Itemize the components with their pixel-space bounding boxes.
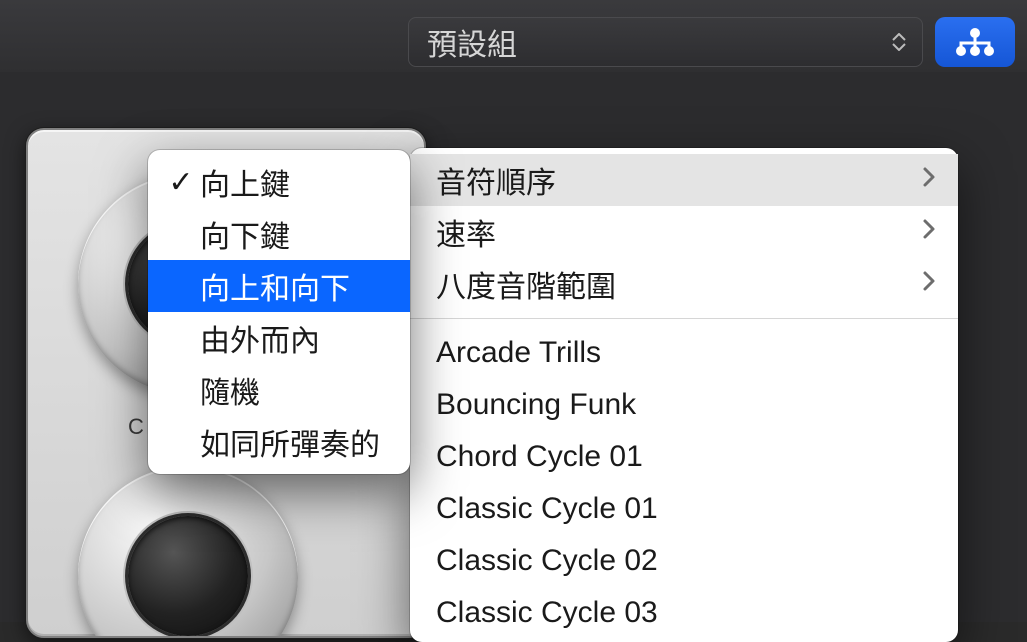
preset-select[interactable]: 預設組 bbox=[408, 17, 923, 67]
menu-item-label: 由外而內 bbox=[200, 316, 320, 360]
menu-item-label: 如同所彈奏的 bbox=[200, 420, 380, 464]
preset-menu-item[interactable]: Bouncing Funk bbox=[410, 379, 958, 431]
note-order-option[interactable]: ✓向上鍵 bbox=[148, 156, 410, 208]
menu-item-label: Classic Cycle 02 bbox=[436, 544, 658, 578]
plugin-panel: CHORUS 音符順序速率八度音階範圍Arcade TrillsBouncing… bbox=[0, 72, 1027, 622]
preset-menu-item[interactable]: Arcade Trills bbox=[410, 327, 958, 379]
menu-separator bbox=[410, 318, 958, 319]
chevron-right-icon bbox=[922, 163, 936, 197]
preset-menu-submenu-item[interactable]: 音符順序 bbox=[410, 154, 958, 206]
preset-menu-submenu-item[interactable]: 速率 bbox=[410, 206, 958, 258]
knob-2[interactable] bbox=[78, 466, 298, 638]
preset-menu-item[interactable]: Classic Cycle 03 bbox=[410, 587, 958, 639]
menu-item-label: 隨機 bbox=[200, 368, 260, 412]
menu-item-label: Classic Cycle 01 bbox=[436, 492, 658, 526]
preset-menu-item[interactable]: Classic Cycle 02 bbox=[410, 535, 958, 587]
menu-item-label: 向上和向下 bbox=[200, 264, 350, 308]
settings-button[interactable] bbox=[935, 17, 1015, 67]
note-order-option[interactable]: 向上和向下 bbox=[148, 260, 410, 312]
note-order-option[interactable]: 由外而內 bbox=[148, 312, 410, 364]
toolbar: 預設組 bbox=[0, 0, 1027, 72]
menu-item-label: Classic Cycle 03 bbox=[436, 596, 658, 630]
menu-item-label: 向上鍵 bbox=[200, 160, 290, 204]
hierarchy-icon bbox=[953, 27, 997, 57]
menu-item-label: 音符順序 bbox=[436, 158, 556, 202]
note-order-option[interactable]: 如同所彈奏的 bbox=[148, 416, 410, 468]
checkmark-icon: ✓ bbox=[162, 165, 200, 200]
preset-menu-item[interactable]: Chord Cycle 01 bbox=[410, 431, 958, 483]
note-order-option[interactable]: 隨機 bbox=[148, 364, 410, 416]
note-order-option[interactable]: 向下鍵 bbox=[148, 208, 410, 260]
menu-item-label: 速率 bbox=[436, 210, 496, 254]
chevron-right-icon bbox=[922, 215, 936, 249]
preset-menu-submenu-item[interactable]: 八度音階範圍 bbox=[410, 258, 958, 310]
note-order-submenu: ✓向上鍵向下鍵向上和向下由外而內隨機如同所彈奏的 bbox=[148, 150, 410, 474]
menu-item-label: Bouncing Funk bbox=[436, 388, 636, 422]
toolbar-left-spacer bbox=[0, 0, 396, 72]
menu-item-label: Arcade Trills bbox=[436, 336, 601, 370]
knob-cap bbox=[128, 516, 248, 636]
preset-select-label: 預設組 bbox=[427, 20, 517, 64]
stepper-icon bbox=[892, 33, 906, 51]
menu-item-label: Chord Cycle 01 bbox=[436, 440, 643, 474]
menu-item-label: 八度音階範圍 bbox=[436, 262, 616, 306]
chevron-right-icon bbox=[922, 267, 936, 301]
preset-menu-item[interactable]: Classic Cycle 01 bbox=[410, 483, 958, 535]
menu-item-label: 向下鍵 bbox=[200, 212, 290, 256]
preset-menu: 音符順序速率八度音階範圍 Arcade Trills Bouncing Funk Ch… bbox=[410, 148, 958, 642]
